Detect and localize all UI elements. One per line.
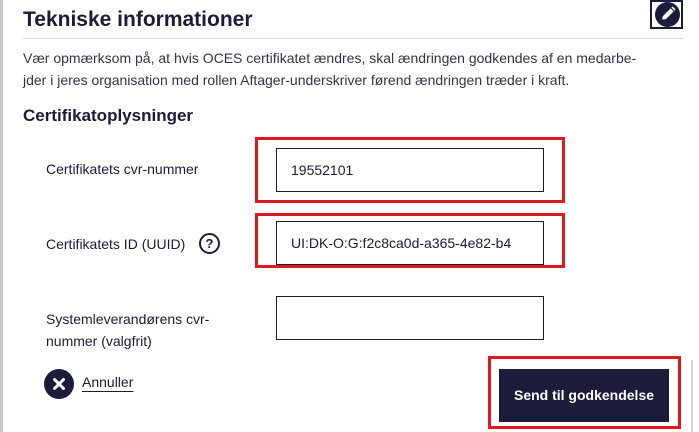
send-for-approval-button[interactable]: Send til godkendelse (499, 369, 669, 422)
uuid-label: Certifikatets ID (UUID) (46, 236, 186, 252)
cvr-label: Certifikatets cvr-nummer (46, 161, 199, 177)
supplier-cvr-input[interactable] (276, 296, 544, 340)
supplier-label-line-1: Systemleverandørens cvr- (46, 311, 210, 327)
uuid-value: UI:DK-O:G:f2c8ca0d-a365-4e82-b4 (291, 235, 512, 251)
right-border (691, 360, 693, 432)
technical-info-panel: Tekniske informationer Vær opmærksom på,… (0, 0, 699, 432)
close-icon[interactable] (44, 369, 74, 399)
section-divider (23, 38, 683, 39)
left-border (0, 0, 3, 432)
help-icon[interactable]: ? (199, 233, 220, 254)
intro-line-1: Vær opmærksom på, at hvis OCES certifika… (23, 50, 637, 66)
cvr-value: 19552101 (291, 162, 354, 178)
edit-button[interactable] (650, 0, 683, 29)
intro-line-2: jder i jeres organisation med rollen Aft… (23, 72, 570, 88)
supplier-label: Systemleverandørens cvr- nummer (valgfri… (46, 308, 209, 352)
cancel-link[interactable]: Annuller (82, 374, 133, 390)
certificate-heading: Certifikatoplysninger (23, 106, 194, 125)
pencil-icon (655, 2, 680, 27)
section-title: Tekniske informationer (23, 8, 253, 31)
uuid-input[interactable]: UI:DK-O:G:f2c8ca0d-a365-4e82-b4 (276, 221, 544, 265)
intro-text: Vær opmærksom på, at hvis OCES certifika… (23, 47, 683, 91)
cvr-input[interactable]: 19552101 (276, 148, 544, 192)
supplier-label-line-2: nummer (valgfrit) (46, 333, 152, 349)
